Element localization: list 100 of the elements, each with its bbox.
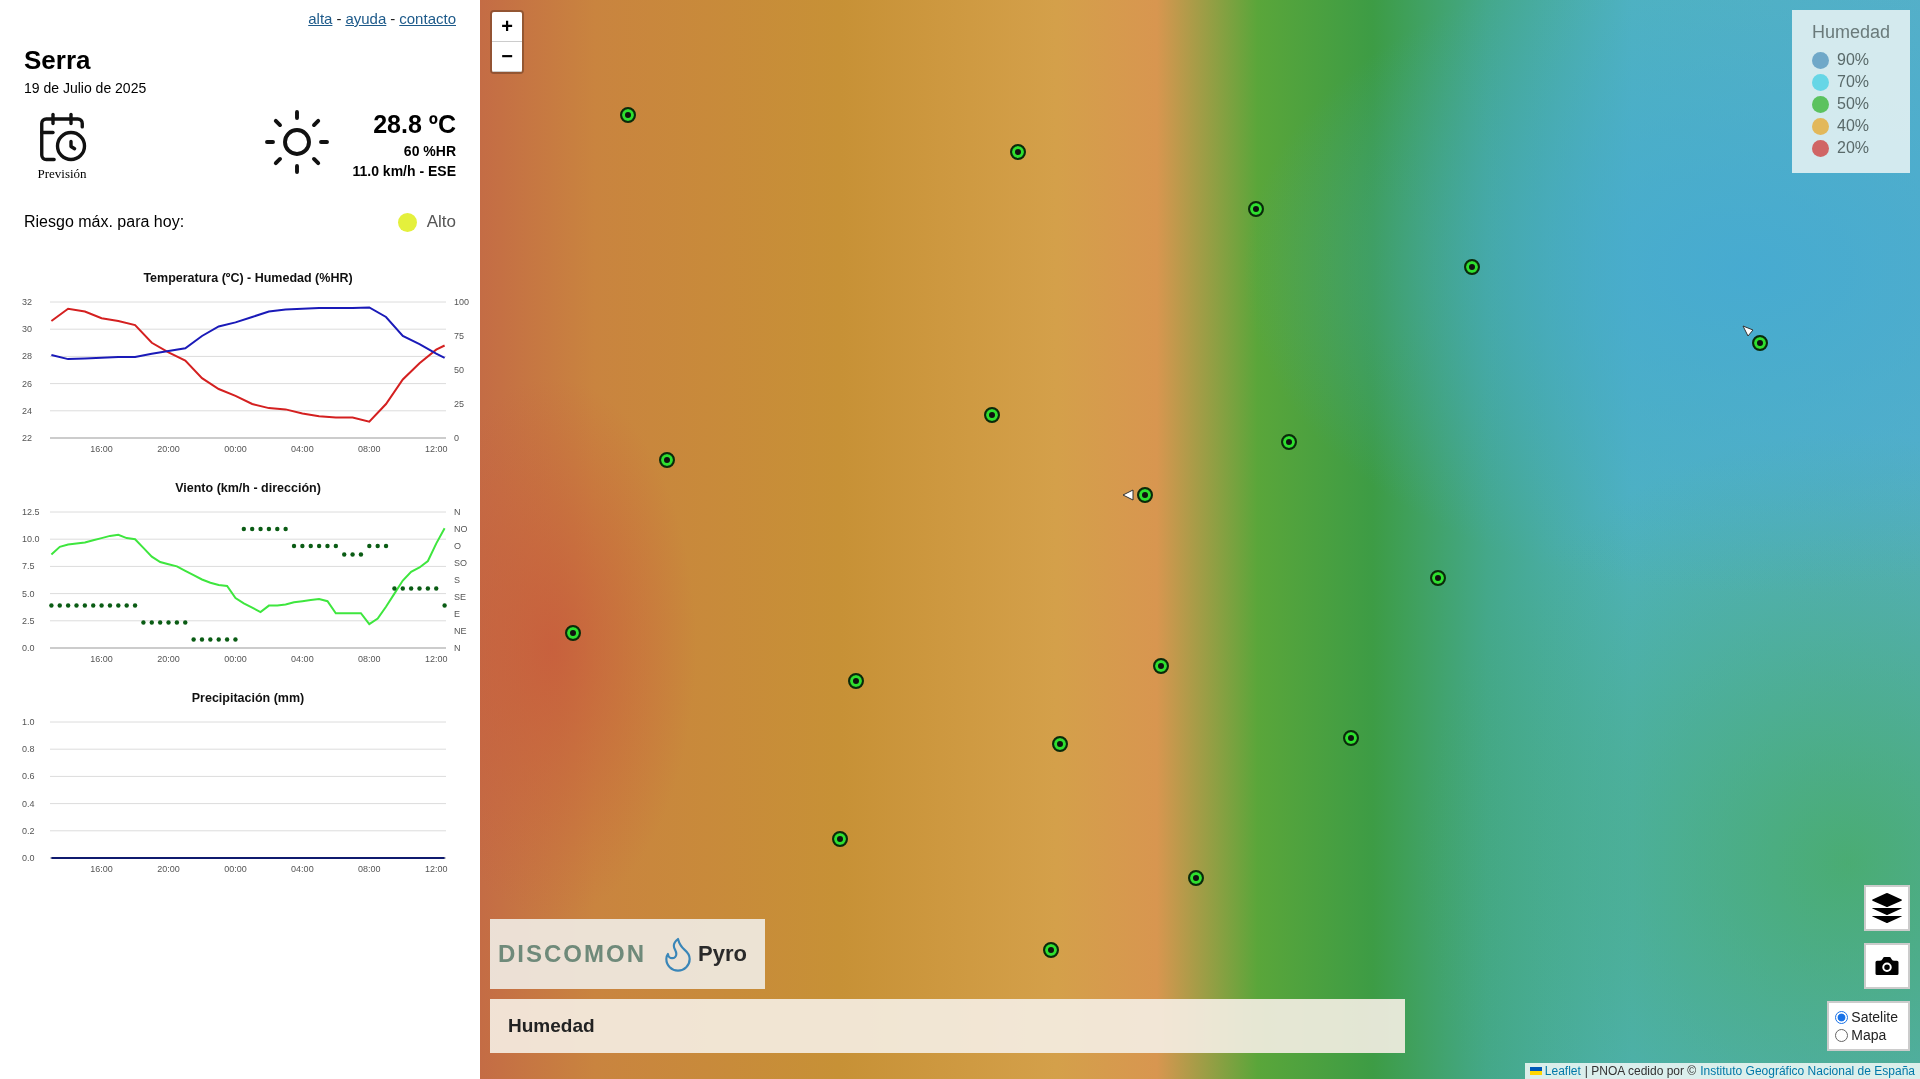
station-marker[interactable] [659,452,675,468]
nav-link[interactable]: ayuda [345,10,387,27]
legend-label: 50% [1837,95,1870,113]
separator: - [390,10,396,27]
axis-label: 0.2 [22,825,35,836]
axis-label: 20:00 [157,654,180,664]
station-marker[interactable] [1137,487,1153,503]
humidity-map[interactable]: + − Humedad 90% 70% 50% 40% 20% DISCOMON Pyro Humedad Satelite Mapa Leaflet | PNOA cedido por © Instituto Geográfico Nacional de España [480,0,1920,1079]
zoom-out-button[interactable]: − [492,42,522,72]
product-name: Pyro [698,941,747,967]
axis-label: 12.5 [22,507,40,517]
axis-label: 16:00 [90,864,113,874]
layer-title: Humedad [490,999,1405,1053]
risk-label: Riesgo máx. para hoy: [24,213,185,231]
radio-button[interactable] [1835,1010,1849,1024]
nav-link[interactable]: contacto [399,10,456,27]
axis-label: 00:00 [224,654,247,664]
attribution-text: | PNOA cedido por © [1584,1064,1697,1078]
axis-label: 2.5 [22,615,35,626]
axis-label: 0.4 [22,798,35,809]
axis-label: 12:00 [424,864,448,874]
axis-label: SO [454,558,467,568]
axis-label: NE [454,626,467,636]
axis-label: 20:00 [157,444,180,454]
axis-label: 04:00 [291,444,314,454]
axis-label: 0.6 [22,771,35,782]
axis-label: 16:00 [90,654,113,664]
forecast-label[interactable]: Previsión [37,166,87,182]
axis-label: 04:00 [291,654,314,664]
axis-label: 25 [454,399,464,409]
radio-button[interactable] [1835,1028,1849,1042]
chart-title: Precipitación (mm) [191,691,305,705]
layers-button[interactable] [1864,885,1910,931]
axis-label: 12:00 [424,654,448,664]
pointer-icon [1122,489,1134,501]
axis-label: 7.5 [22,561,35,572]
station-marker[interactable] [848,673,864,689]
humidity: 60 %HR [403,143,456,159]
station-marker[interactable] [1052,736,1068,752]
separator: - [336,10,342,27]
flag-icon [1529,1067,1542,1075]
axis-label: 10.0 [22,534,40,545]
station-marker[interactable] [1752,335,1768,351]
axis-label: N [454,507,461,517]
axis-label: 0.0 [22,643,35,653]
axis-label: 0.0 [22,853,35,863]
pointer-icon [1742,325,1754,337]
station-marker[interactable] [1281,434,1297,450]
station-marker[interactable] [984,407,1000,423]
axis-label: 75 [454,331,464,341]
axis-label: 00:00 [224,444,247,454]
leaflet-link[interactable]: Leaflet [1529,1064,1581,1078]
station-marker[interactable] [1010,144,1026,160]
date: 19 de Julio de 2025 [24,80,148,96]
axis-label: 0 [454,433,459,443]
axis-label: 20:00 [157,864,180,874]
axis-label: 12:00 [424,444,448,454]
axis-label: 16:00 [90,444,113,454]
axis-label: 08:00 [358,864,381,874]
legend-label: 40% [1837,117,1870,135]
axis-label: 00:00 [224,864,247,874]
legend-title: Humedad [1812,22,1892,43]
station-marker[interactable] [1430,570,1446,586]
station-marker[interactable] [1043,942,1059,958]
axis-label: 30 [22,324,32,335]
location-name: Serra [24,45,92,76]
axis-label: 1.0 [22,717,35,727]
source-link[interactable]: Instituto Geográfico Nacional de España [1700,1064,1915,1078]
chart-title: Viento (km/h - dirección) [175,481,321,495]
nav-link[interactable]: alta [308,10,333,27]
legend-label: 20% [1837,139,1870,157]
axis-label: SE [454,592,466,602]
station-marker[interactable] [565,625,581,641]
chart-title: Temperatura (ºC) - Humedad (%HR) [143,271,353,285]
station-marker[interactable] [620,107,636,123]
axis-label: 0.8 [22,744,35,755]
base-layer-option[interactable]: Satelite [1835,1009,1898,1025]
axis-label: 5.0 [22,588,35,599]
station-marker[interactable] [832,831,848,847]
station-marker[interactable] [1188,870,1204,886]
axis-label: 100 [454,297,470,307]
logo-text: DISCOMON [498,940,646,968]
zoom-in-button[interactable]: + [492,12,522,42]
risk-value: Alto [426,212,456,232]
legend-label: 90% [1837,51,1870,69]
axis-label: 32 [22,297,32,307]
station-marker[interactable] [1464,259,1480,275]
station-marker[interactable] [1248,201,1264,217]
station-marker[interactable] [1153,658,1169,674]
axis-label: 26 [22,378,32,389]
axis-label: 08:00 [358,444,381,454]
axis-label: E [454,609,460,619]
axis-label: 22 [22,433,32,443]
axis-label: 28 [22,351,32,362]
base-layer-option[interactable]: Mapa [1835,1027,1898,1043]
camera-button[interactable] [1864,943,1910,989]
axis-label: 24 [22,405,32,416]
axis-label: NO [454,524,468,534]
axis-label: 08:00 [358,654,381,664]
station-marker[interactable] [1343,730,1359,746]
